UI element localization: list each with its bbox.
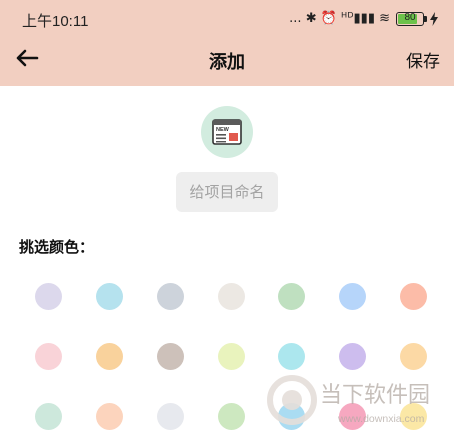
- color-swatch[interactable]: [96, 283, 123, 310]
- color-swatch[interactable]: [96, 343, 123, 370]
- page-title: 添加: [209, 52, 245, 73]
- project-name-input[interactable]: [176, 172, 278, 212]
- lightning-icon: [430, 12, 438, 26]
- color-swatch[interactable]: [218, 283, 245, 310]
- color-swatch[interactable]: [339, 283, 366, 310]
- status-indicators: ... ✱ ⏰ ᴴᴰ▮▮▮ ≋ 80: [289, 10, 438, 28]
- color-swatch[interactable]: [218, 403, 245, 430]
- battery-cap: [424, 16, 427, 22]
- color-swatch[interactable]: [96, 403, 123, 430]
- watermark-url: www.downxia.com: [337, 413, 425, 425]
- status-time: 上午10:11: [22, 13, 89, 30]
- color-swatch[interactable]: [400, 283, 427, 310]
- color-swatch[interactable]: [35, 403, 62, 430]
- color-swatch[interactable]: [278, 283, 305, 310]
- watermark-logo: 当下软件园 www.downxia.com: [267, 375, 430, 425]
- project-icon-button[interactable]: NEW: [201, 106, 253, 158]
- color-swatch[interactable]: [339, 343, 366, 370]
- battery-icon: 80: [396, 12, 427, 26]
- color-swatch[interactable]: [35, 343, 62, 370]
- newspaper-icon: NEW: [212, 119, 242, 145]
- svg-text:NEW: NEW: [216, 127, 230, 133]
- color-swatch[interactable]: [278, 343, 305, 370]
- color-picker-label: 挑选颜色：: [19, 238, 95, 256]
- color-swatch[interactable]: [157, 403, 184, 430]
- nav-bar: 添加 保存: [0, 36, 454, 86]
- color-swatch[interactable]: [400, 343, 427, 370]
- status-indicator-icons: ... ✱ ⏰ ᴴᴰ▮▮▮ ≋: [289, 11, 390, 26]
- watermark: 当下软件园 www.downxia.com: [262, 370, 454, 443]
- color-swatch[interactable]: [35, 283, 62, 310]
- color-swatch[interactable]: [157, 283, 184, 310]
- save-button[interactable]: 保存: [406, 47, 440, 72]
- color-swatch[interactable]: [218, 343, 245, 370]
- color-swatch[interactable]: [157, 343, 184, 370]
- watermark-brand: 当下软件园: [320, 383, 430, 408]
- status-bar: 上午10:11 ... ✱ ⏰ ᴴᴰ▮▮▮ ≋ 80: [0, 0, 454, 36]
- battery-level-text: 80: [404, 12, 416, 23]
